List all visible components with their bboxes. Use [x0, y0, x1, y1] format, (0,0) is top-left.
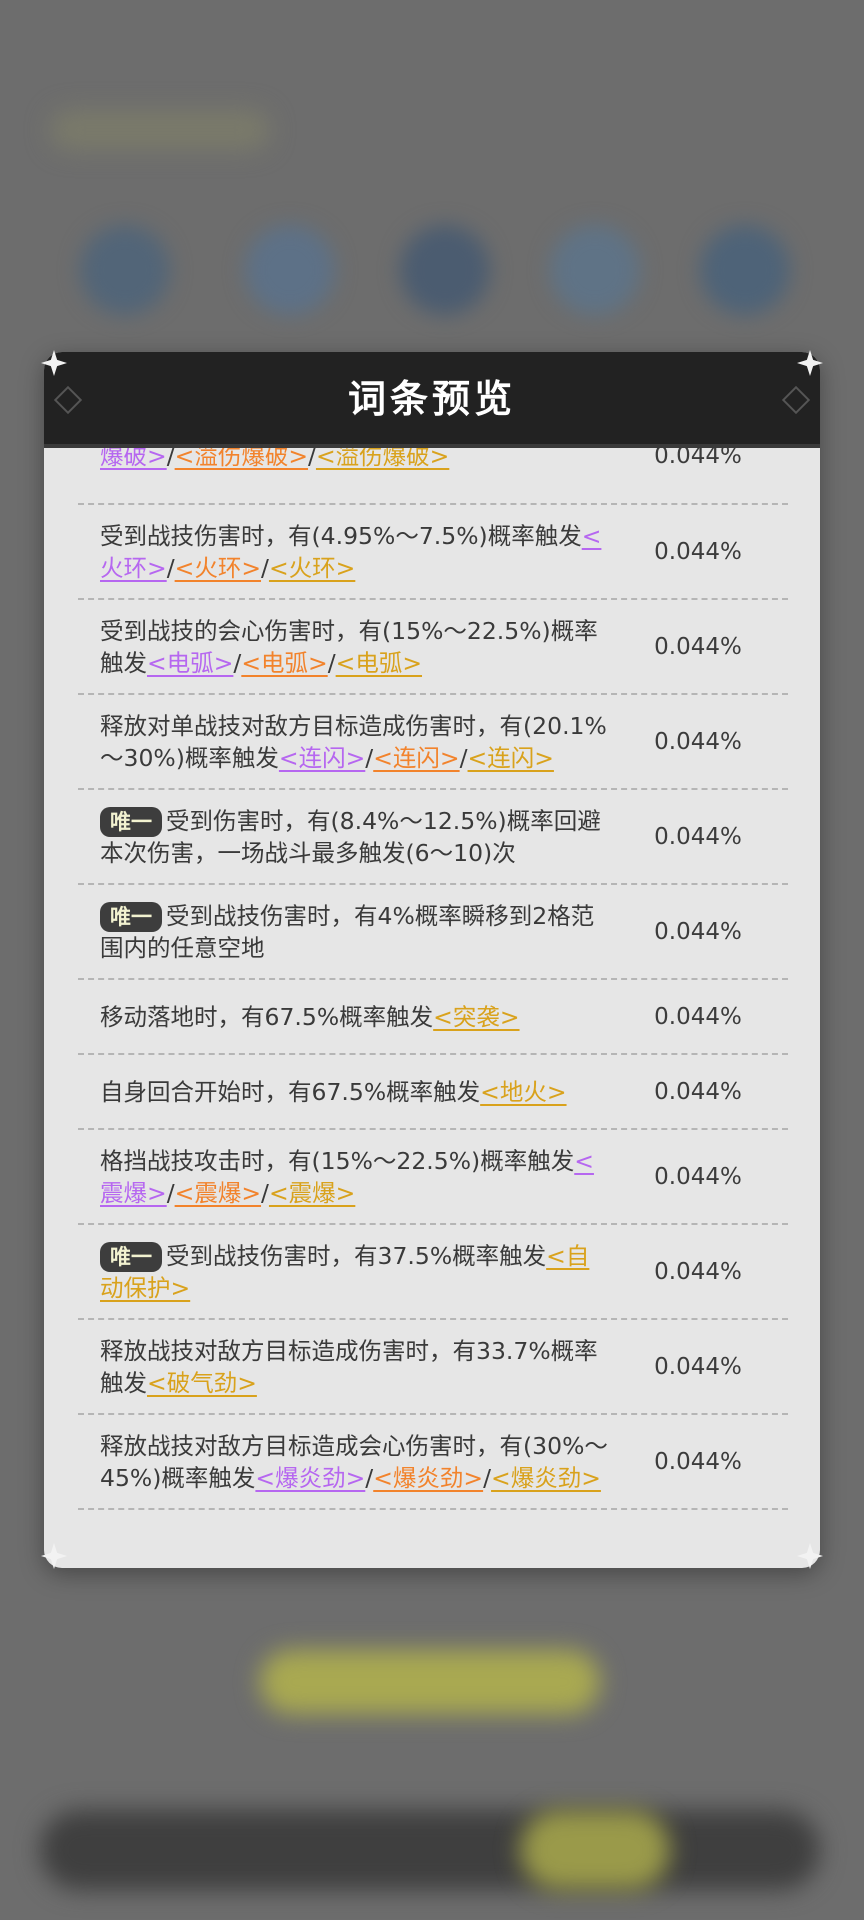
- bg-bottom-bar: [40, 1810, 820, 1890]
- affix-row: 受到战技的会心伤害时，有(15%～22.5%)概率触发<电弧>/<电弧>/<电弧…: [78, 600, 788, 695]
- tier-purple-label: <爆炎劲>: [255, 1463, 366, 1492]
- affix-description: 唯一 受到战技伤害时，有4%概率瞬移到2格范围内的任意空地: [78, 900, 608, 964]
- dialog-title: 词条预览: [347, 376, 516, 421]
- separator: /: [483, 1463, 492, 1492]
- affix-description: 释放战技对敌方目标造成伤害时，有33.7%概率触发<破气劲>: [78, 1335, 608, 1399]
- affix-probability: 0.044%: [654, 538, 742, 565]
- affix-description: 唯一 受到伤害时，有(8.4%～12.5%)概率回避本次伤害，一场战斗最多触发(6…: [78, 805, 608, 869]
- bg-icon-1: [80, 225, 170, 315]
- affix-description: 格挡战技攻击时，有(15%～22.5%)概率触发<震爆>/<震爆>/<震爆>: [78, 1145, 608, 1209]
- tier-gold-label: <震爆>: [268, 1178, 356, 1207]
- affix-description: 自身回合开始时，有67.5%概率触发<地火>: [78, 1076, 608, 1108]
- separator: /: [166, 1178, 175, 1207]
- tier-gold-label: <破气劲>: [147, 1368, 257, 1397]
- tier-purple-label: <电弧>: [147, 648, 234, 677]
- bg-icon-3: [400, 225, 490, 315]
- affix-row: 格挡战技攻击时，有(15%～22.5%)概率触发<震爆>/<震爆>/<震爆> 0…: [78, 1130, 788, 1225]
- affix-text: 受到伤害时，有(8.4%～12.5%)概率回避本次伤害，一场战斗最多触发(6～1…: [100, 806, 601, 867]
- separator: /: [166, 553, 175, 582]
- affix-row: 唯一 受到伤害时，有(8.4%～12.5%)概率回避本次伤害，一场战斗最多触发(6…: [78, 790, 788, 885]
- affix-description: 释放对单战技对敌方目标造成伤害时，有(20.1%～30%)概率触发<连闪>/<连…: [78, 710, 608, 774]
- affix-probability: 0.044%: [654, 633, 742, 660]
- separator: /: [166, 448, 175, 470]
- bg-title-bar: [50, 110, 270, 150]
- tier-gold-label: <地火>: [480, 1077, 567, 1106]
- affix-probability: 0.044%: [654, 1353, 742, 1380]
- affix-row: 移动落地时，有67.5%概率触发<突袭> 0.044%: [78, 980, 788, 1055]
- affix-probability: 0.044%: [654, 1003, 742, 1030]
- tier-orange-label: <震爆>: [174, 1178, 262, 1207]
- affix-probability: 0.044%: [654, 1448, 742, 1475]
- affix-row: 释放对单战技对敌方目标造成伤害时，有(20.1%～30%)概率触发<连闪>/<连…: [78, 695, 788, 790]
- tier-purple-label: <连闪>: [278, 743, 366, 772]
- tier-gold-label: <电弧>: [335, 648, 423, 677]
- bg-icon-5: [700, 225, 790, 315]
- affix-text: 格挡战技攻击时，有(15%～22.5%)概率触发: [100, 1146, 575, 1175]
- bg-icon-4: [550, 225, 640, 315]
- affix-row: 自身回合开始时，有67.5%概率触发<地火> 0.044%: [78, 1055, 788, 1130]
- affix-description: 爆破>/<溢伤爆破>/<溢伤爆破>: [78, 448, 608, 472]
- separator: /: [327, 648, 336, 677]
- tier-gold-label: <火环>: [268, 553, 356, 582]
- affix-probability: 0.044%: [654, 448, 742, 469]
- tier-purple-label: 爆破>: [100, 448, 167, 470]
- tier-orange-label: <连闪>: [373, 743, 460, 772]
- bg-action-button: [260, 1650, 600, 1714]
- tier-orange-label: <电弧>: [241, 648, 328, 677]
- affix-rows: 爆破>/<溢伤爆破>/<溢伤爆破> 0.044% 受到战技伤害时，有(4.95%…: [78, 448, 788, 1510]
- affix-preview-dialog: 词条预览 爆破>/<溢伤爆破>/<溢伤爆破> 0.044% 受到战技伤害时，有(…: [44, 352, 820, 1568]
- separator: /: [459, 743, 468, 772]
- affix-text: 受到战技伤害时，有37.5%概率触发: [166, 1241, 547, 1270]
- tier-orange-label: <溢伤爆破>: [174, 448, 309, 470]
- affix-list[interactable]: 爆破>/<溢伤爆破>/<溢伤爆破> 0.044% 受到战技伤害时，有(4.95%…: [78, 448, 788, 1528]
- affix-row: 释放战技对敌方目标造成会心伤害时，有(30%～45%)概率触发<爆炎劲>/<爆炎…: [78, 1415, 788, 1510]
- affix-probability: 0.044%: [654, 823, 742, 850]
- separator: /: [308, 448, 316, 470]
- unique-badge: 唯一: [100, 901, 162, 932]
- affix-probability: 0.044%: [654, 1163, 742, 1190]
- bg-icon-2: [245, 225, 335, 315]
- affix-description: 移动落地时，有67.5%概率触发<突袭>: [78, 1001, 608, 1033]
- affix-description: 受到战技的会心伤害时，有(15%～22.5%)概率触发<电弧>/<电弧>/<电弧…: [78, 615, 608, 679]
- affix-probability: 0.044%: [654, 728, 742, 755]
- affix-text: 受到战技伤害时，有(4.95%～7.5%)概率触发: [100, 521, 582, 550]
- affix-probability: 0.044%: [654, 1078, 742, 1105]
- tier-orange-label: <爆炎劲>: [373, 1463, 484, 1492]
- tier-gold-label: <连闪>: [467, 743, 554, 772]
- tier-gold-label: <突袭>: [433, 1002, 520, 1031]
- affix-text: 移动落地时，有67.5%概率触发: [100, 1002, 434, 1031]
- tier-gold-label: <爆炎劲>: [491, 1463, 601, 1492]
- affix-row: 受到战技伤害时，有(4.95%～7.5%)概率触发<火环>/<火环>/<火环> …: [78, 505, 788, 600]
- affix-description: 释放战技对敌方目标造成会心伤害时，有(30%～45%)概率触发<爆炎劲>/<爆炎…: [78, 1430, 608, 1494]
- affix-description: 受到战技伤害时，有(4.95%～7.5%)概率触发<火环>/<火环>/<火环>: [78, 520, 608, 584]
- separator: /: [261, 553, 269, 582]
- affix-text: 自身回合开始时，有67.5%概率触发: [100, 1077, 481, 1106]
- affix-probability: 0.044%: [654, 918, 742, 945]
- tier-gold-label: <溢伤爆破>: [315, 448, 450, 470]
- header-ornament-left: [53, 385, 83, 415]
- dialog-header: 词条预览: [44, 352, 820, 448]
- affix-probability: 0.044%: [654, 1258, 742, 1285]
- affix-text: 受到战技伤害时，有4%概率瞬移到2格范围内的任意空地: [100, 901, 595, 962]
- affix-description: 唯一 受到战技伤害时，有37.5%概率触发<自动保护>: [78, 1240, 608, 1304]
- separator: /: [261, 1178, 269, 1207]
- unique-badge: 唯一: [100, 806, 162, 837]
- bg-bottom-highlight: [520, 1810, 670, 1890]
- tier-orange-label: <火环>: [174, 553, 262, 582]
- unique-badge: 唯一: [100, 1241, 162, 1272]
- affix-row: 释放战技对敌方目标造成伤害时，有33.7%概率触发<破气劲> 0.044%: [78, 1320, 788, 1415]
- affix-row: 唯一 受到战技伤害时，有4%概率瞬移到2格范围内的任意空地 0.044%: [78, 885, 788, 980]
- header-ornament-right: [781, 385, 811, 415]
- affix-row: 唯一 受到战技伤害时，有37.5%概率触发<自动保护> 0.044%: [78, 1225, 788, 1320]
- affix-row: 爆破>/<溢伤爆破>/<溢伤爆破> 0.044%: [78, 448, 788, 505]
